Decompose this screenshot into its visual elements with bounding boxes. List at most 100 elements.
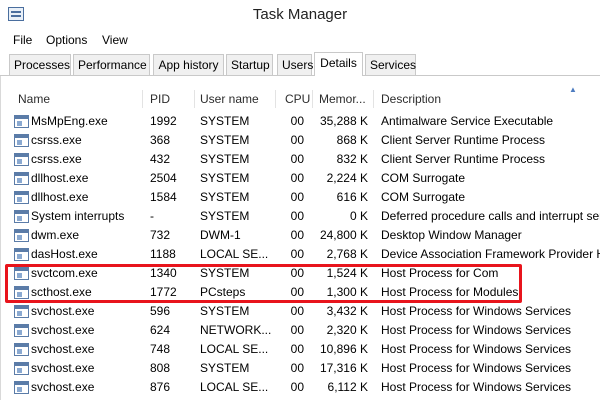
table-row[interactable]: dllhost.exe 1584 SYSTEM 00 616 K COM Surrogat… <box>1 188 600 207</box>
table-row[interactable]: dasHost.exe 1188 LOCAL SE... 00 2,768 K Devic… <box>1 245 600 264</box>
column-divider[interactable] <box>275 90 276 108</box>
cell-name: svchost.exe <box>31 342 95 356</box>
cell-cpu: 00 <box>290 114 304 128</box>
table-row[interactable]: svchost.exe 624 NETWORK... 00 2,320 K Host Pr… <box>1 321 600 340</box>
table-row[interactable]: csrss.exe 368 SYSTEM 00 868 K Client Server R… <box>1 131 600 150</box>
cell-user-name: SYSTEM <box>200 152 250 166</box>
column-divider[interactable] <box>373 90 374 108</box>
column-header-description[interactable]: Description <box>381 92 441 106</box>
cell-user-name: SYSTEM <box>200 304 250 318</box>
table-row[interactable]: dwm.exe 732 DWM-1 00 24,800 K Desktop Window … <box>1 226 600 245</box>
cell-user-name: LOCAL SE... <box>200 247 269 261</box>
cell-memory: 3,432 K <box>326 304 368 318</box>
column-header-cpu[interactable]: CPU <box>285 92 310 106</box>
cell-user-name: LOCAL SE... <box>200 380 269 394</box>
cell-description: Desktop Window Manager <box>381 228 522 242</box>
cell-name: dllhost.exe <box>31 171 89 185</box>
column-header-name[interactable]: Name <box>18 92 50 106</box>
cell-name: dwm.exe <box>31 228 80 242</box>
cell-pid: 1772 <box>150 285 177 299</box>
table-row[interactable]: dllhost.exe 2504 SYSTEM 00 2,224 K COM Surrog… <box>1 169 600 188</box>
table-row[interactable]: csrss.exe 432 SYSTEM 00 832 K Client Server R… <box>1 150 600 169</box>
table-row[interactable]: scthost.exe 1772 PCsteps 00 1,300 K Host Proc… <box>1 283 600 302</box>
cell-name: svchost.exe <box>31 361 95 375</box>
cell-cpu: 00 <box>290 266 304 280</box>
column-header-memory[interactable]: Memor... <box>319 92 366 106</box>
process-list: MsMpEng.exe 1992 SYSTEM 00 35,288 K Antimalwa… <box>1 112 600 397</box>
cell-pid: 368 <box>150 133 171 147</box>
column-divider[interactable] <box>312 90 313 108</box>
process-icon <box>14 343 29 356</box>
details-panel: ▲ Name PID User name CPU Memor... Descri… <box>0 76 600 400</box>
process-icon <box>14 286 29 299</box>
cell-user-name: LOCAL SE... <box>200 342 269 356</box>
cell-name: svctcom.exe <box>31 266 98 280</box>
tab-app-history[interactable]: App history <box>153 54 224 75</box>
table-row[interactable]: svctcom.exe 1340 SYSTEM 00 1,524 K Host Proce… <box>1 264 600 283</box>
cell-description: Client Server Runtime Process <box>381 152 546 166</box>
process-icon <box>14 305 29 318</box>
cell-name: dllhost.exe <box>31 190 89 204</box>
process-icon <box>14 362 29 375</box>
cell-user-name: SYSTEM <box>200 133 250 147</box>
process-icon <box>14 248 29 261</box>
cell-cpu: 00 <box>290 361 304 375</box>
cell-description: Host Process for Windows Services <box>381 380 572 394</box>
tab-startup[interactable]: Startup <box>226 54 273 75</box>
process-icon <box>14 191 29 204</box>
cell-cpu: 00 <box>290 323 304 337</box>
menu-view[interactable]: View <box>102 33 128 47</box>
cell-pid: 732 <box>150 228 171 242</box>
column-divider[interactable] <box>142 90 143 108</box>
cell-cpu: 00 <box>290 133 304 147</box>
tab-strip: Processes Performance App history Startu… <box>0 52 600 76</box>
cell-name: svchost.exe <box>31 304 95 318</box>
cell-name: scthost.exe <box>31 285 92 299</box>
cell-cpu: 00 <box>290 285 304 299</box>
table-row[interactable]: svchost.exe 808 SYSTEM 00 17,316 K Host Proce… <box>1 359 600 378</box>
process-icon <box>14 153 29 166</box>
column-header-user-name[interactable]: User name <box>200 92 259 106</box>
tab-users[interactable]: Users <box>277 54 313 75</box>
tab-details[interactable]: Details <box>314 52 363 76</box>
cell-name: svchost.exe <box>31 380 95 394</box>
cell-user-name: SYSTEM <box>200 266 250 280</box>
column-header-pid[interactable]: PID <box>150 92 170 106</box>
cell-memory: 35,288 K <box>319 114 368 128</box>
title-bar: Task Manager <box>0 0 600 30</box>
process-icon <box>14 324 29 337</box>
tab-services[interactable]: Services <box>365 54 416 75</box>
table-row[interactable]: svchost.exe 876 LOCAL SE... 00 6,112 K Host P… <box>1 378 600 397</box>
table-row[interactable]: System interrupts - SYSTEM 00 0 K Deferred pr… <box>1 207 600 226</box>
cell-memory: 2,224 K <box>326 171 368 185</box>
cell-memory: 24,800 K <box>319 228 368 242</box>
cell-name: MsMpEng.exe <box>31 114 108 128</box>
cell-cpu: 00 <box>290 304 304 318</box>
cell-pid: 748 <box>150 342 171 356</box>
cell-cpu: 00 <box>290 190 304 204</box>
cell-memory: 1,300 K <box>326 285 368 299</box>
cell-description: Host Process for Modules <box>381 285 519 299</box>
menu-options[interactable]: Options <box>46 33 87 47</box>
process-icon <box>14 229 29 242</box>
cell-cpu: 00 <box>290 380 304 394</box>
tab-performance[interactable]: Performance <box>73 54 150 75</box>
cell-pid: 876 <box>150 380 171 394</box>
table-row[interactable]: svchost.exe 748 LOCAL SE... 00 10,896 K Host … <box>1 340 600 359</box>
table-row[interactable]: svchost.exe 596 SYSTEM 00 3,432 K Host Proces… <box>1 302 600 321</box>
table-row[interactable]: MsMpEng.exe 1992 SYSTEM 00 35,288 K Antimalwa… <box>1 112 600 131</box>
cell-user-name: SYSTEM <box>200 190 250 204</box>
cell-cpu: 00 <box>290 342 304 356</box>
process-icon <box>14 115 29 128</box>
menu-bar: File Options View <box>0 30 600 52</box>
menu-file[interactable]: File <box>13 33 32 47</box>
cell-memory: 2,320 K <box>326 323 368 337</box>
cell-name: System interrupts <box>31 209 125 223</box>
cell-memory: 17,316 K <box>319 361 368 375</box>
column-divider[interactable] <box>194 90 195 108</box>
cell-pid: 1188 <box>150 247 176 261</box>
tab-processes[interactable]: Processes <box>9 54 71 75</box>
cell-description: Host Process for Windows Services <box>381 323 572 337</box>
cell-name: svchost.exe <box>31 323 95 337</box>
cell-pid: 432 <box>150 152 171 166</box>
